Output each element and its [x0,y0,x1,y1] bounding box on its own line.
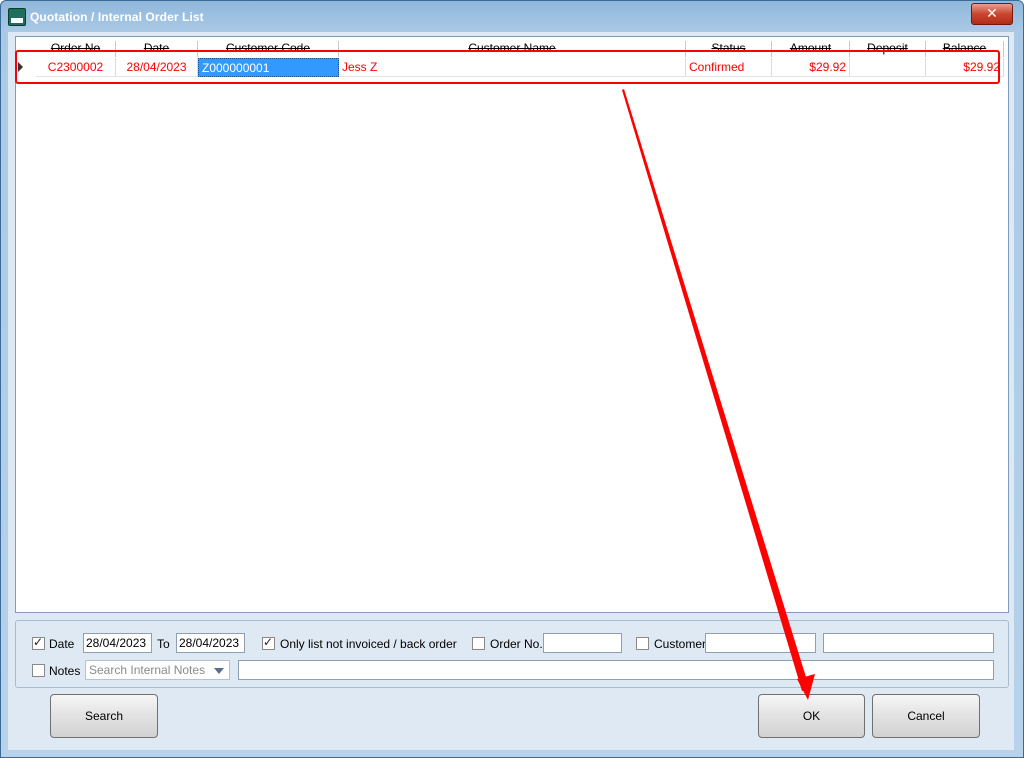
only-not-invoiced-label: Only list not invoiced / back order [280,637,457,651]
search-button[interactable]: Search [50,694,158,738]
notes-search-combo[interactable]: Search Internal Notes [85,660,230,680]
date-from-field[interactable]: 28/04/2023 [83,633,152,653]
order-grid[interactable]: Order No Date Customer Code Customer Nam… [15,36,1009,613]
ok-button[interactable]: OK [758,694,865,738]
notes-label: Notes [49,664,81,678]
order-no-label: Order No. [490,637,543,651]
notes-combo-placeholder: Search Internal Notes [89,663,206,677]
title-bar[interactable]: Quotation / Internal Order List ✕ [1,1,1023,33]
app-icon [8,8,26,26]
chevron-down-icon[interactable] [214,668,224,674]
annotation-highlight-box [15,50,1000,84]
customer-name-field[interactable] [823,633,994,653]
cancel-button[interactable]: Cancel [872,694,980,738]
client-area: Order No Date Customer Code Customer Nam… [8,32,1014,750]
customer-field[interactable] [705,633,816,653]
date-to-field[interactable]: 28/04/2023 [176,633,245,653]
filter-panel: Date 28/04/2023 To 28/04/2023 Only list … [15,620,1009,688]
notes-search-field[interactable] [238,660,994,680]
only-not-invoiced-checkbox[interactable] [262,635,275,650]
date-filter-label: Date [49,637,75,651]
customer-label: Customer [654,637,707,651]
order-no-field[interactable] [543,633,622,653]
order-no-checkbox[interactable] [472,637,485,650]
window-title: Quotation / Internal Order List [30,10,204,24]
close-button[interactable]: ✕ [971,3,1013,25]
to-label: To [157,637,170,651]
notes-checkbox[interactable] [32,664,45,677]
date-filter-checkbox[interactable] [32,635,45,650]
customer-checkbox[interactable] [636,637,649,650]
